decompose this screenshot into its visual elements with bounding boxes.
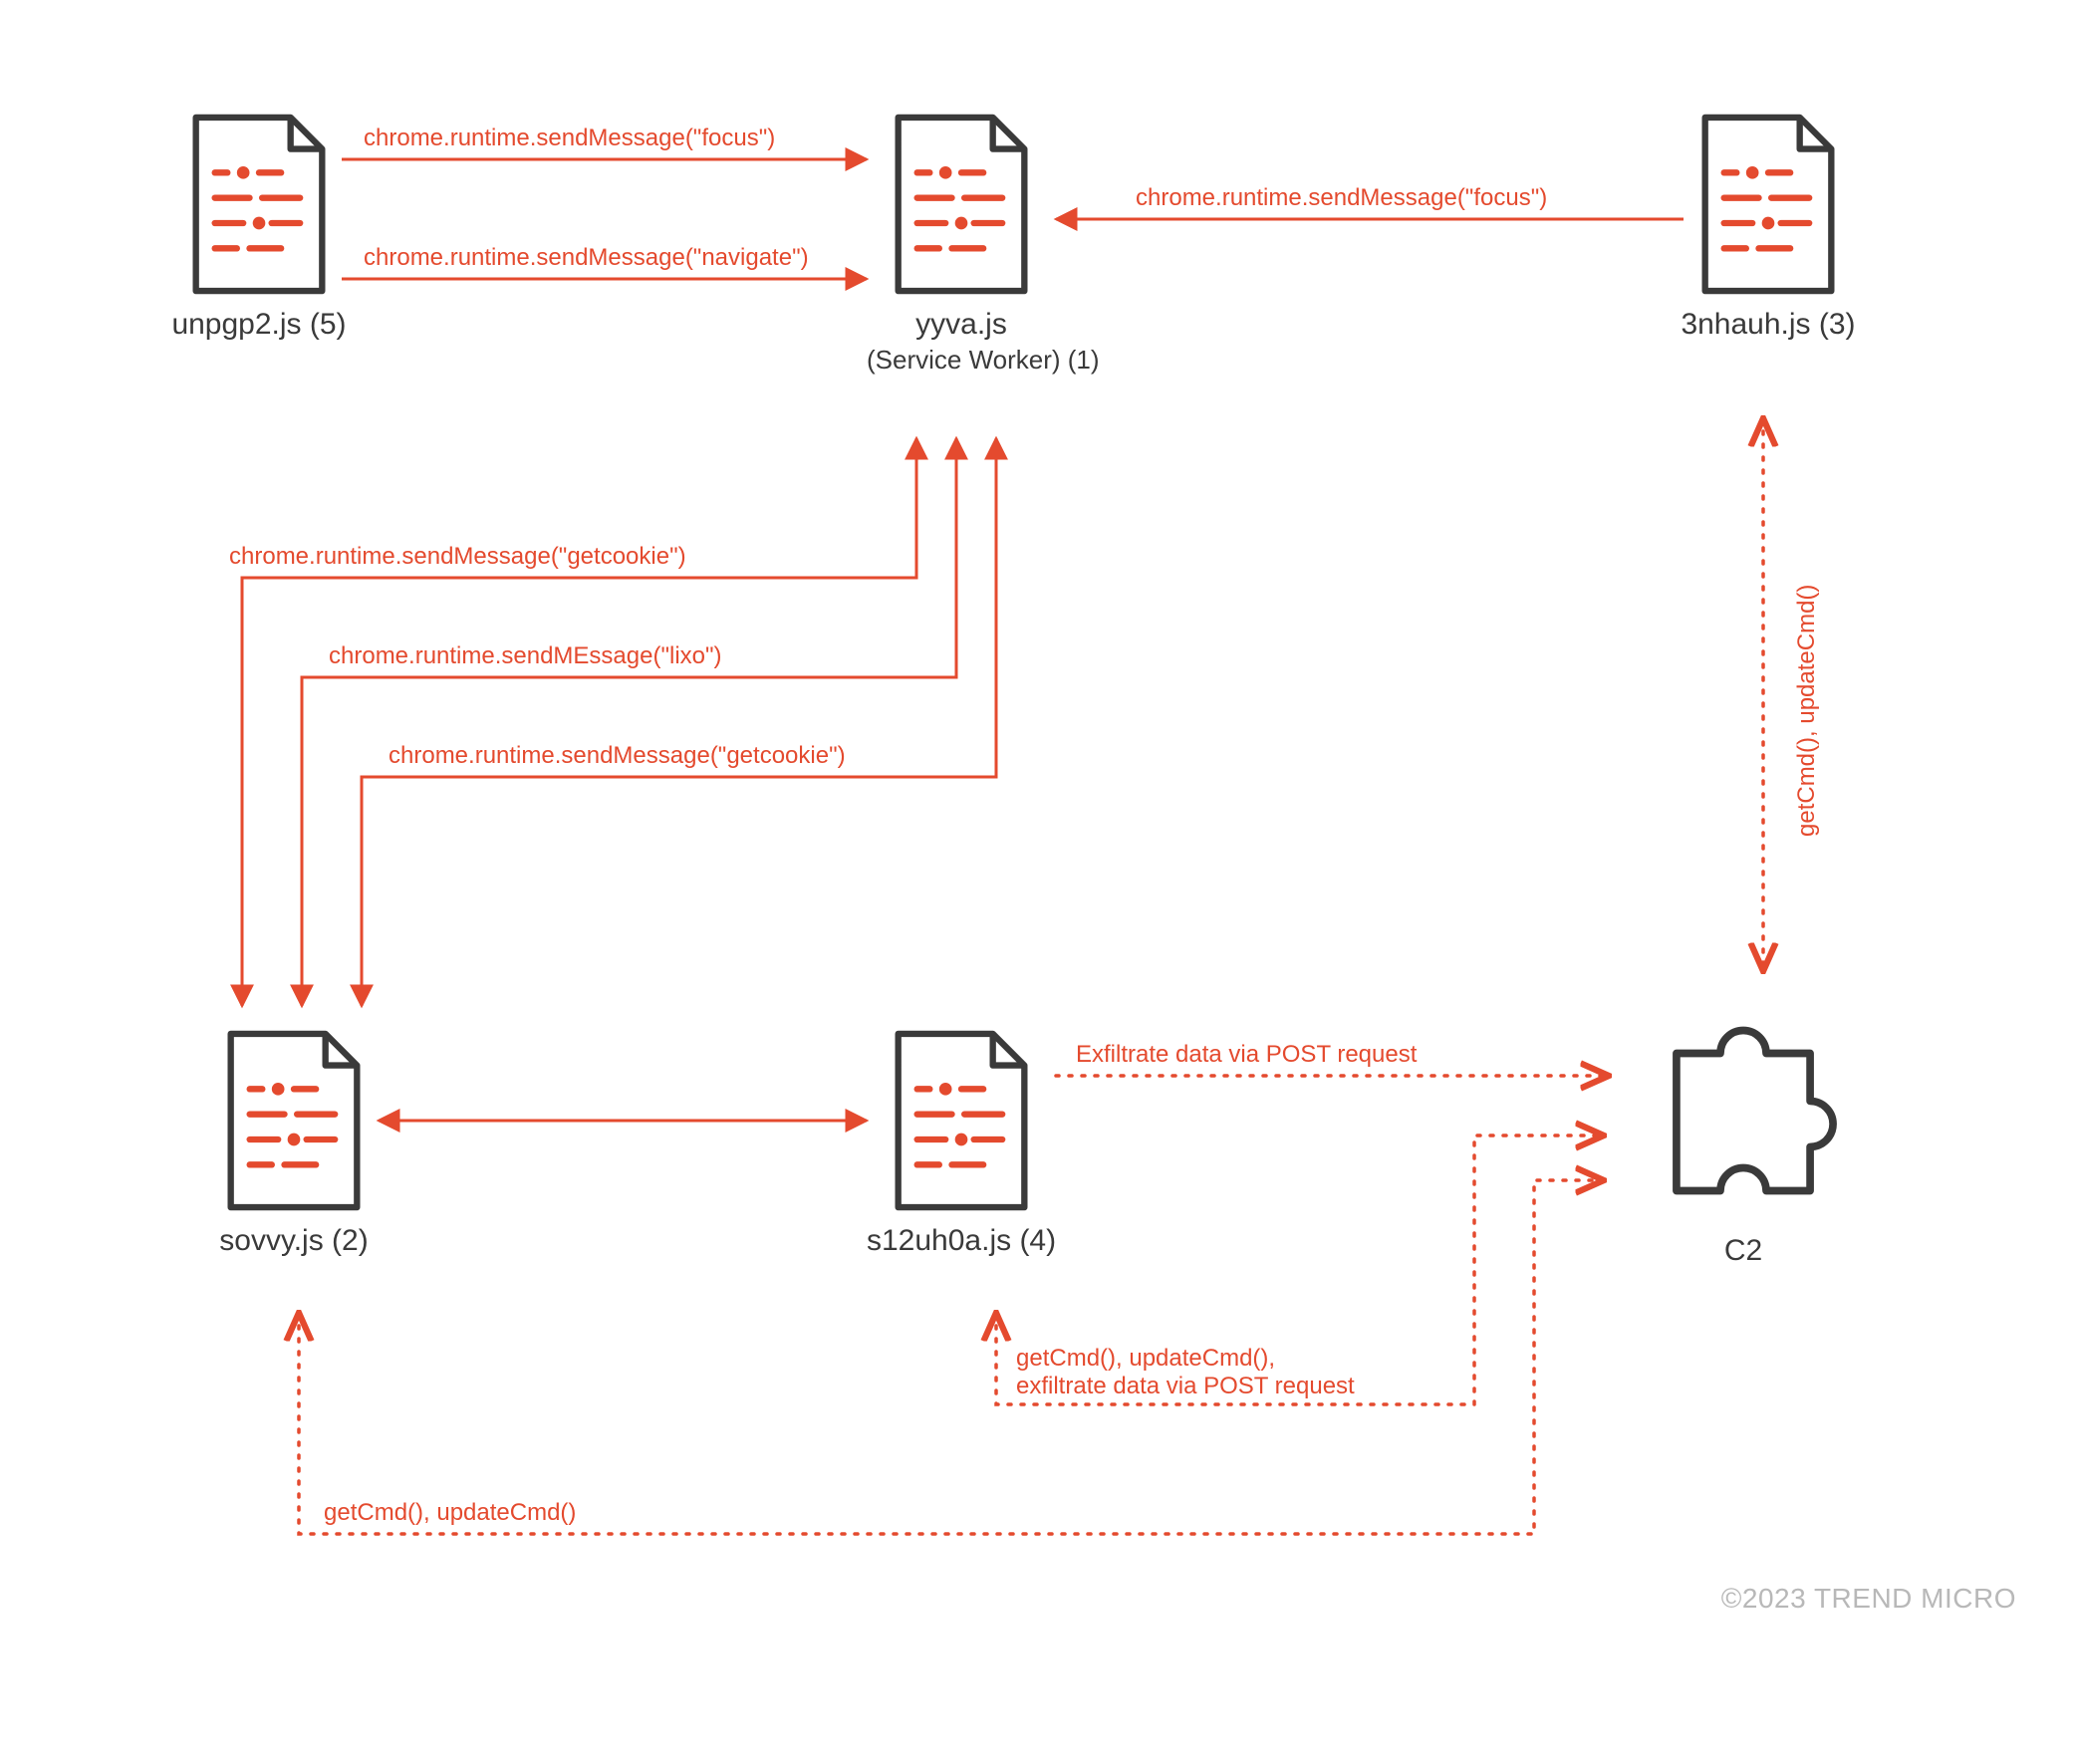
node-unpgp2: unpgp2.js (5) (164, 110, 354, 344)
file-icon (214, 1026, 374, 1215)
node-label-main: yyva.js (915, 308, 1007, 341)
file-icon (882, 110, 1041, 299)
copyright-text: ©2023 TREND MICRO (1721, 1583, 2016, 1615)
file-icon (179, 110, 339, 299)
node-sovvy: sovvy.js (2) (199, 1026, 389, 1260)
node-label: yyva.js (Service Worker) (1) (867, 305, 1056, 378)
node-s12uh0a: s12uh0a.js (4) (867, 1026, 1056, 1260)
edge-label-s12uh0a-c2-cmds: getCmd(), updateCmd(), exfiltrate data v… (1016, 1345, 1355, 1400)
node-label: sovvy.js (2) (199, 1221, 389, 1260)
node-yyva: yyva.js (Service Worker) (1) (867, 110, 1056, 378)
edge-label-sovvy-c2-cmds: getCmd(), updateCmd() (324, 1499, 576, 1527)
edge-label-sovvy-yyva-getcookie2: chrome.runtime.sendMessage("getcookie") (389, 742, 846, 770)
node-label: C2 (1614, 1231, 1873, 1270)
puzzle-icon (1629, 996, 1858, 1225)
file-icon (1688, 110, 1848, 299)
edge-label-s12uh0a-c2-exfil: Exfiltrate data via POST request (1076, 1041, 1417, 1069)
node-3nhauh: 3nhauh.js (3) (1674, 110, 1863, 344)
file-icon (882, 1026, 1041, 1215)
edge-label-sovvy-yyva-lixo: chrome.runtime.sendMEssage("lixo") (329, 642, 722, 670)
edge-label-sovvy-yyva-getcookie1: chrome.runtime.sendMessage("getcookie") (229, 543, 686, 571)
node-label: 3nhauh.js (3) (1674, 305, 1863, 344)
node-c2: C2 (1614, 996, 1873, 1270)
node-label: s12uh0a.js (4) (867, 1221, 1056, 1260)
node-label: unpgp2.js (5) (164, 305, 354, 344)
edge-label-unpgp2-yyva-focus: chrome.runtime.sendMessage("focus") (364, 125, 775, 152)
edge-label-3nhauh-c2-cmds: getCmd(), updateCmd() (1793, 585, 1821, 837)
edge-label-unpgp2-yyva-navigate: chrome.runtime.sendMessage("navigate") (364, 244, 809, 272)
edge-label-3nhauh-yyva-focus: chrome.runtime.sendMessage("focus") (1136, 184, 1547, 212)
node-label-sub: (Service Worker) (1) (867, 344, 1056, 378)
